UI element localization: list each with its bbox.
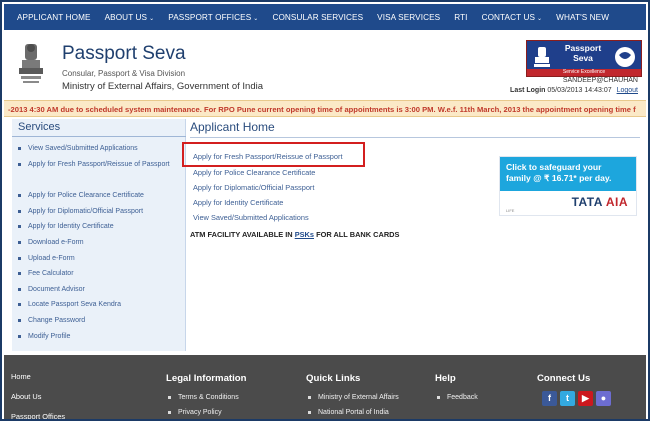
footer-home-link[interactable]: Home	[11, 372, 31, 381]
footer-mea-link[interactable]: Ministry of External Affairs	[308, 394, 399, 401]
bullet-icon	[18, 224, 21, 228]
chevron-down-icon: ⌄	[149, 15, 155, 22]
chevron-down-icon: ⌄	[253, 15, 259, 22]
footer-legal-heading: Legal Information	[166, 373, 247, 384]
top-navigation: APPLICANT HOME ABOUT US ⌄ PASSPORT OFFICE…	[4, 4, 646, 30]
bullet-icon	[18, 302, 21, 306]
nav-contact-us[interactable]: CONTACT US ⌄	[475, 13, 550, 22]
globe-icon	[615, 47, 635, 67]
site-title: Passport Seva	[62, 43, 186, 64]
bullet-icon	[18, 318, 21, 322]
sidebar-item-change-password[interactable]: Change Password	[18, 315, 178, 326]
news-ticker: -2013 4:30 AM due to scheduled system ma…	[4, 100, 646, 117]
link-police-clearance[interactable]: Apply for Police Clearance Certificate	[193, 168, 315, 177]
facebook-icon[interactable]: f	[542, 391, 557, 406]
bullet-icon	[18, 193, 21, 197]
link-diplomatic-passport[interactable]: Apply for Diplomatic/Official Passport	[193, 183, 314, 192]
footer-help-heading: Help	[435, 373, 456, 384]
bullet-icon	[18, 256, 21, 260]
bullet-icon	[168, 410, 171, 414]
bullet-icon	[437, 395, 440, 399]
passport-seva-logo: Passport Seva Service Excellence	[526, 40, 642, 77]
footer-privacy-link[interactable]: Privacy Policy	[168, 409, 222, 416]
sidebar-item-upload-eform[interactable]: Upload e-Form	[18, 253, 178, 264]
sidebar-item-locate-psk[interactable]: Locate Passport Seva Kendra	[18, 299, 178, 310]
bullet-icon	[18, 271, 21, 275]
sidebar-item-download-eform[interactable]: Download e-Form	[18, 237, 178, 248]
sidebar-item-identity-certificate[interactable]: Apply for Identity Certificate	[18, 221, 178, 232]
national-emblem-icon	[19, 44, 43, 83]
twitter-icon[interactable]: t	[560, 391, 575, 406]
divider	[190, 137, 640, 138]
ministry-name: Ministry of External Affairs, Government…	[62, 81, 263, 92]
logged-in-user: SANDEEP@CHAUHAN	[562, 77, 638, 84]
page-title: Applicant Home	[190, 120, 275, 134]
nav-rti[interactable]: RTI	[447, 13, 474, 22]
nav-applicant-home[interactable]: APPLICANT HOME	[10, 13, 98, 22]
sidebar-item-fresh-passport[interactable]: Apply for Fresh Passport/Reissue of Pass…	[18, 159, 178, 170]
sidebar-item-fee-calculator[interactable]: Fee Calculator	[18, 268, 178, 279]
footer-feedback-link[interactable]: Feedback	[437, 394, 478, 401]
bullet-icon	[18, 162, 21, 166]
site-header: Passport Seva Consular, Passport & Visa …	[4, 30, 646, 98]
services-sidebar: Services View Saved/Submitted Applicatio…	[12, 119, 186, 351]
bullet-icon	[18, 334, 21, 338]
link-view-applications[interactable]: View Saved/Submitted Applications	[193, 213, 309, 222]
youtube-icon[interactable]: ▶	[578, 391, 593, 406]
bullet-icon	[18, 287, 21, 291]
psk-link[interactable]: PSKs	[295, 230, 314, 239]
emblem-icon	[534, 47, 550, 67]
footer-quick-heading: Quick Links	[306, 373, 361, 384]
tata-aia-advertisement[interactable]: Click to safeguard your family @ ₹ 16.71…	[499, 156, 637, 216]
sidebar-item-modify-profile[interactable]: Modify Profile	[18, 331, 178, 342]
footer-about-link[interactable]: About Us	[11, 392, 41, 401]
logout-link[interactable]: Logout	[617, 87, 638, 94]
flickr-icon[interactable]: ●	[596, 391, 611, 406]
bullet-icon	[308, 395, 311, 399]
footer-connect-heading: Connect Us	[537, 373, 591, 384]
bullet-icon	[18, 209, 21, 213]
nav-passport-offices[interactable]: PASSPORT OFFICES ⌄	[161, 13, 265, 22]
nav-consular-services[interactable]: CONSULAR SERVICES	[265, 13, 370, 22]
nav-whats-new[interactable]: WHAT'S NEW	[549, 13, 616, 22]
last-login-info: Last Login 05/03/2013 14:43:07 Logout	[510, 87, 638, 94]
footer-offices-link[interactable]: Passport Offices	[11, 412, 65, 419]
divider	[12, 136, 186, 137]
sidebar-title: Services	[18, 121, 61, 133]
sidebar-item-view-applications[interactable]: View Saved/Submitted Applications	[18, 143, 178, 154]
atm-facility-note: ATM FACILITY AVAILABLE IN PSKs FOR ALL B…	[190, 230, 400, 239]
nav-visa-services[interactable]: VISA SERVICES	[370, 13, 447, 22]
tata-aia-logo: TATA AIA	[571, 195, 628, 209]
link-identity-certificate[interactable]: Apply for Identity Certificate	[193, 198, 283, 207]
sidebar-item-document-advisor[interactable]: Document Advisor	[18, 284, 178, 295]
bullet-icon	[18, 240, 21, 244]
site-footer: Home About Us Passport Offices Legal Inf…	[4, 355, 646, 419]
bullet-icon	[308, 410, 311, 414]
link-fresh-passport[interactable]: Apply for Fresh Passport/Reissue of Pass…	[193, 152, 343, 161]
footer-national-portal-link[interactable]: National Portal of India	[308, 409, 389, 416]
sidebar-item-police-clearance[interactable]: Apply for Police Clearance Certificate	[18, 190, 178, 201]
nav-about-us[interactable]: ABOUT US ⌄	[98, 13, 162, 22]
site-subtitle: Consular, Passport & Visa Division	[62, 69, 186, 78]
bullet-icon	[168, 395, 171, 399]
browser-frame: APPLICANT HOME ABOUT US ⌄ PASSPORT OFFICE…	[0, 0, 650, 421]
footer-terms-link[interactable]: Terms & Conditions	[168, 394, 239, 401]
sidebar-item-diplomatic-passport[interactable]: Apply for Diplomatic/Official Passport	[18, 206, 178, 217]
chevron-down-icon: ⌄	[537, 15, 543, 22]
bullet-icon	[18, 146, 21, 150]
